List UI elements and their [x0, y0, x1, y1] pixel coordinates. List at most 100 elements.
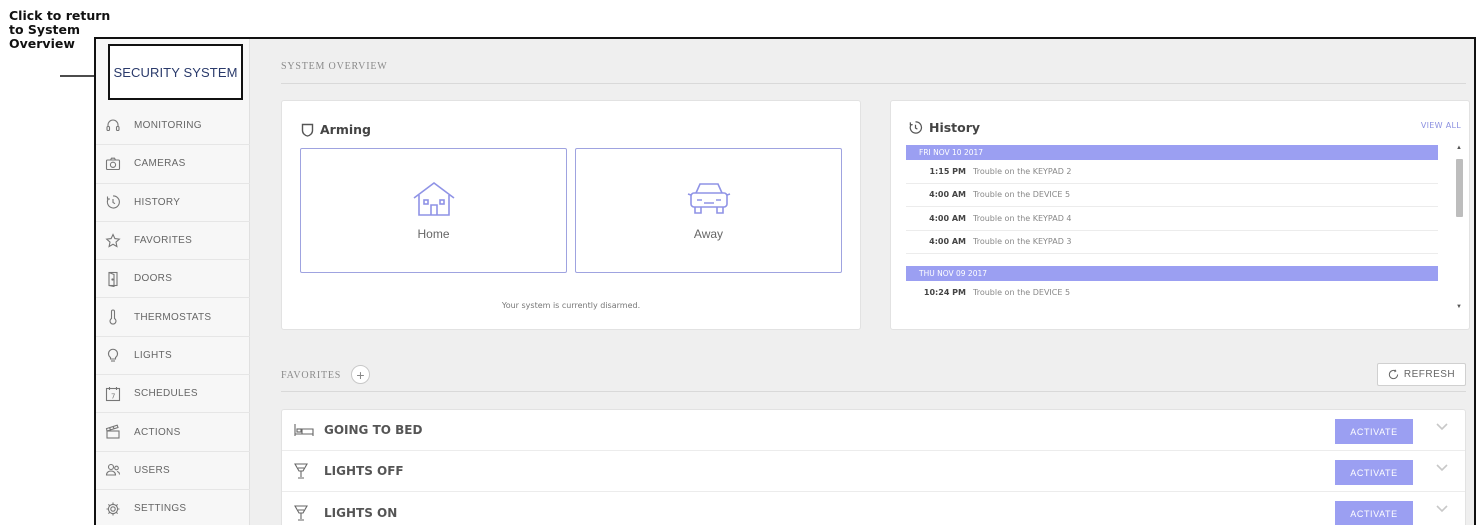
history-entry-time: 10:24 PM — [923, 288, 966, 298]
history-entry-time: 4:00 AM — [929, 213, 966, 223]
scroll-thumb[interactable] — [1456, 159, 1463, 217]
sidebar-item-lights[interactable]: LIGHTS — [96, 337, 250, 376]
favorites-list: GOING TO BED ACTIVATE LIGHTS OFF ACTIVAT… — [281, 409, 1466, 525]
callout-line-2: to System — [9, 22, 80, 37]
history-entry-message: Trouble on the DEVICE 5 — [973, 288, 1071, 298]
view-all-link[interactable]: VIEW ALL — [1421, 121, 1461, 130]
history-card: History VIEW ALL FRI NOV 10 2017 1:15 PM… — [890, 100, 1470, 330]
activate-button[interactable]: ACTIVATE — [1335, 419, 1413, 444]
house-icon — [413, 181, 454, 216]
history-icon — [909, 121, 923, 134]
sidebar-item-label: FAVORITES — [134, 235, 193, 247]
favorite-going-to-bed: GOING TO BED ACTIVATE — [282, 410, 1465, 451]
history-entry-time: 4:00 AM — [929, 190, 966, 200]
chevron-down-icon[interactable] — [1436, 464, 1448, 472]
favorite-lights-on: LIGHTS ON ACTIVATE — [282, 492, 1465, 525]
favorites-divider — [281, 391, 1466, 392]
arming-card: Arming Home Away Your system is currentl… — [281, 100, 861, 330]
sidebar-item-doors[interactable]: DOORS — [96, 260, 250, 299]
history-entry[interactable]: 1:15 PM Trouble on the KEYPAD 2 — [906, 160, 1438, 184]
lightbulb-icon — [104, 346, 122, 364]
sidebar-item-favorites[interactable]: FAVORITES — [96, 222, 250, 261]
sidebar-item-schedules[interactable]: 7 SCHEDULES — [96, 375, 250, 414]
shield-icon — [301, 123, 314, 137]
arming-header: Arming — [301, 122, 371, 137]
history-scrollbar[interactable]: ▲ ▼ — [1455, 145, 1465, 310]
clapperboard-icon — [104, 423, 122, 441]
sidebar-item-thermostats[interactable]: THERMOSTATS — [96, 298, 250, 337]
sidebar-item-cameras[interactable]: CAMERAS — [96, 145, 250, 184]
arming-title: Arming — [320, 122, 371, 137]
gear-icon — [104, 500, 122, 518]
main-content: SYSTEM OVERVIEW Arming Home Away Your sy… — [250, 39, 1474, 525]
sidebar-item-label: LIGHTS — [134, 349, 172, 361]
sidebar-item-label: HISTORY — [134, 196, 181, 208]
brand-title: SECURITY SYSTEM — [113, 64, 238, 80]
history-entry-message: Trouble on the KEYPAD 3 — [973, 237, 1072, 247]
sidebar-item-history[interactable]: HISTORY — [96, 184, 250, 222]
sidebar-item-label: USERS — [134, 464, 170, 476]
history-header: History — [908, 120, 980, 135]
activate-button[interactable]: ACTIVATE — [1335, 501, 1413, 525]
sidebar-item-users[interactable]: USERS — [96, 452, 250, 490]
sidebar-item-monitoring[interactable]: MONITORING — [96, 107, 250, 146]
lamp-icon — [294, 504, 316, 521]
brand-home-link[interactable]: SECURITY SYSTEM — [108, 44, 243, 100]
sidebar-item-label: MONITORING — [134, 120, 202, 132]
sidebar-item-label: SETTINGS — [134, 503, 187, 515]
refresh-button[interactable]: REFRESH — [1377, 363, 1466, 386]
users-icon — [104, 461, 122, 479]
lamp-icon — [294, 463, 316, 479]
history-title: History — [929, 120, 981, 135]
headset-icon — [104, 117, 122, 135]
sidebar-item-label: ACTIONS — [134, 426, 181, 438]
sidebar-item-settings[interactable]: SETTINGS — [96, 490, 250, 525]
history-group-spacer — [906, 254, 1438, 266]
history-entry[interactable]: 4:00 AM Trouble on the KEYPAD 4 — [906, 207, 1438, 231]
app-window: SECURITY SYSTEM MONITORING CAMERAS HISTO… — [94, 37, 1476, 525]
sidebar-item-label: THERMOSTATS — [134, 311, 212, 323]
history-entry-message: Trouble on the DEVICE 5 — [973, 190, 1071, 200]
sidebar-item-label: DOORS — [134, 273, 173, 285]
history-entry-time: 1:15 PM — [929, 166, 966, 176]
arming-status: Your system is currently disarmed. — [501, 301, 641, 310]
favorite-name: LIGHTS ON — [324, 505, 398, 520]
sidebar-item-label: SCHEDULES — [134, 388, 198, 400]
favorite-lights-off: LIGHTS OFF ACTIVATE — [282, 451, 1465, 492]
car-icon — [687, 182, 730, 214]
history-entry-message: Trouble on the KEYPAD 4 — [973, 213, 1072, 223]
sidebar-item-label: CAMERAS — [134, 158, 186, 170]
scroll-up-icon[interactable]: ▲ — [1456, 145, 1462, 151]
history-date-header: FRI NOV 10 2017 — [906, 145, 1438, 160]
svg-text:7: 7 — [111, 392, 115, 400]
history-entry[interactable]: 4:00 AM Trouble on the DEVICE 5 — [906, 184, 1438, 207]
history-date-header: THU NOV 09 2017 — [906, 266, 1438, 281]
history-list: FRI NOV 10 2017 1:15 PM Trouble on the K… — [906, 145, 1438, 305]
chevron-down-icon[interactable] — [1436, 505, 1448, 513]
history-entry[interactable]: 10:24 PM Trouble on the DEVICE 5 — [906, 281, 1438, 305]
arm-home-label: Home — [417, 226, 450, 241]
calendar-icon: 7 — [104, 385, 122, 403]
chevron-down-icon[interactable] — [1436, 423, 1448, 431]
arm-away-label: Away — [693, 226, 724, 241]
history-entry-time: 4:00 AM — [929, 237, 966, 247]
callout-line-1: Click to return — [9, 8, 111, 23]
activate-button[interactable]: ACTIVATE — [1335, 460, 1413, 485]
door-icon — [104, 270, 122, 288]
add-favorite-button[interactable]: + — [351, 365, 370, 384]
camera-icon — [104, 155, 122, 173]
favorite-name: GOING TO BED — [324, 423, 423, 437]
star-icon — [104, 232, 122, 250]
sidebar-nav: MONITORING CAMERAS HISTORY FAVORITES DOO… — [96, 107, 250, 525]
thermometer-icon — [104, 308, 122, 326]
bed-icon — [294, 422, 316, 438]
arm-away-button[interactable]: Away — [575, 148, 842, 273]
arm-home-button[interactable]: Home — [300, 148, 567, 273]
history-entry[interactable]: 4:00 AM Trouble on the KEYPAD 3 — [906, 231, 1438, 254]
plus-icon: + — [356, 366, 365, 383]
history-icon — [104, 193, 122, 211]
sidebar-item-actions[interactable]: ACTIONS — [96, 413, 250, 452]
history-entry-message: Trouble on the KEYPAD 2 — [973, 166, 1072, 176]
refresh-icon — [1388, 369, 1398, 380]
scroll-down-icon[interactable]: ▼ — [1456, 304, 1462, 310]
